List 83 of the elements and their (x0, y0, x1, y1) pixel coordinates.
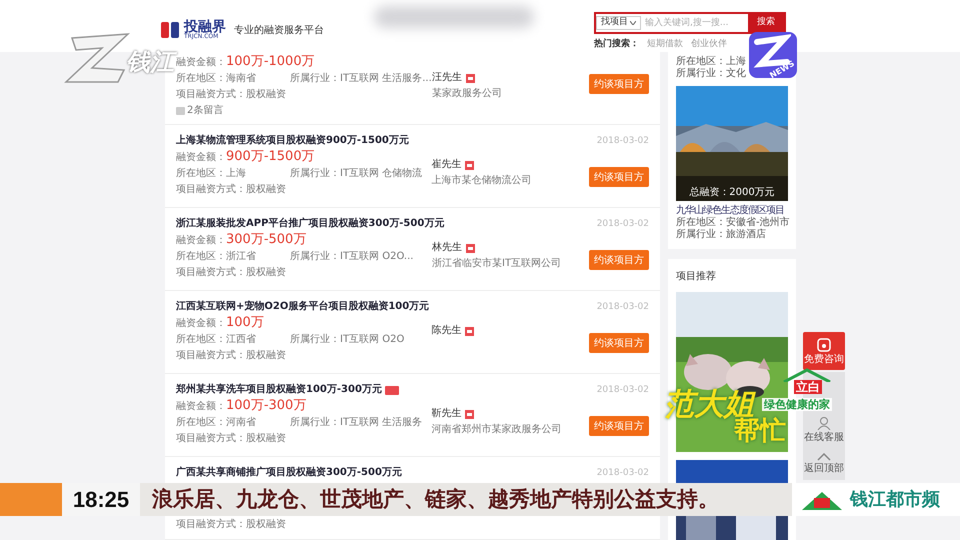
field-label: 融资金额： (176, 150, 226, 165)
field-label: 融资金额： (176, 234, 226, 248)
region-text: 所在地区：上海 (176, 166, 247, 181)
free-consult-button[interactable]: 免费咨询 (803, 332, 845, 370)
project-title-link[interactable]: 上海某物流管理系统项目股权融资900万-1500万元 (176, 133, 409, 149)
date-text: 2018-03-02 (596, 467, 649, 480)
contact-project-button[interactable]: 约谈项目方 (589, 416, 649, 436)
contact-project-button[interactable]: 约谈项目方 (589, 333, 649, 353)
field-label: 融资金额： (176, 316, 226, 331)
field-label: 融资金额： (176, 56, 226, 68)
contact-name: 林先生 (432, 240, 462, 255)
contact-name: 陈先生 (431, 324, 462, 338)
project-title-link[interactable]: 浙江某服装批发APP平台推广项目股权融资300万-500万元 (176, 216, 444, 232)
comment-icon (176, 107, 185, 115)
ticker-time: 18:25 (62, 483, 140, 516)
industry-text: 所属行业：IT互联网 O2O (290, 332, 404, 347)
project-title-link[interactable]: 九华山绿色生态度假区项目 (676, 205, 784, 217)
method-text: 项目融资方式：股权融资 (176, 432, 287, 446)
id-card-icon (466, 244, 475, 252)
person-icon (817, 416, 831, 430)
company-text: 浙江省临安市某IT互联网公司 (432, 256, 562, 271)
contact-name: 靳先生 (431, 406, 462, 421)
show-title: 帮忙 (734, 418, 786, 444)
sponsor-slogan: 绿色健康的家 (762, 398, 832, 411)
house-icon (782, 368, 832, 382)
back-to-top-button[interactable]: 返回顶部 (804, 453, 844, 474)
caret-up-icon (817, 453, 831, 461)
region-text: 所在地区：安徽省-池州市 (676, 217, 788, 228)
contact-project-button[interactable]: 约谈项目方 (589, 167, 649, 187)
logo-icon (160, 20, 180, 40)
category-select[interactable]: 找项目 (596, 16, 641, 30)
method-text: 项目融资方式：股权融资 (176, 88, 287, 102)
method-text: 项目融资方式：股权融资 (176, 182, 287, 197)
industry-text: 所属行业：IT互联网 生活服务... (290, 72, 432, 86)
contact-project-button[interactable]: 约谈项目方 (589, 250, 649, 270)
date-text: 2018-03-02 (596, 384, 649, 397)
id-card-icon (465, 160, 474, 170)
method-text: 项目融资方式：股权融资 (176, 518, 287, 532)
contact-name: 汪先生 (432, 70, 462, 85)
region-text: 所在地区：河南省 (176, 416, 257, 430)
region-text: 所在地区：浙江省 (176, 250, 257, 264)
amount-value: 900万-1500万 (226, 149, 315, 165)
picture-caption: 总融资：2000万元 (688, 187, 776, 199)
ticker-stripe (0, 483, 62, 516)
company-text: 某家政服务公司 (432, 86, 503, 101)
project-title-link[interactable]: 江西某互联网+宠物O2O服务平台项目股权融资100万元 (176, 299, 430, 315)
slogan: 专业的融资服务平台 (234, 24, 324, 38)
company-text: 上海市某仓储物流公司 (431, 174, 532, 188)
online-service-button[interactable]: 在线客服 (804, 416, 844, 443)
contact-project-button[interactable]: 约谈项目方 (589, 74, 649, 94)
id-card-icon (466, 74, 475, 82)
amount-value: 300万-500万 (226, 232, 306, 248)
industry-text: 所属行业：IT互联网 O2O... (290, 250, 414, 264)
region-text: 所在地区：海南省 (176, 72, 257, 86)
id-card-icon (465, 410, 474, 418)
contact-name: 崔先生 (431, 158, 462, 172)
field-label: 融资金额： (176, 400, 226, 414)
project-title-link[interactable]: 郑州某共享洗车项目股权融资100万-300万元 (176, 382, 382, 398)
sponsor-logo: 立白 (794, 380, 822, 394)
date-text: 2018-03-02 (596, 135, 649, 148)
date-text: 2018-03-02 (596, 301, 649, 314)
ticker-channel: 钱江都市频 (850, 488, 940, 512)
industry-text: 所属行业：IT互联网 生活服务 (290, 416, 422, 430)
id-card-icon (465, 326, 474, 336)
comment-count: 2条留言 (187, 104, 224, 118)
method-text: 项目融资方式：股权融资 (176, 266, 287, 280)
industry-text: 所属行业：IT互联网 仓储物流 (290, 166, 422, 181)
company-text: 河南省郑州市某家政服务公司 (431, 422, 562, 437)
industry-text: 所属行业：旅游酒店 (676, 229, 767, 241)
hot-search-label: 热门搜索： (594, 40, 639, 49)
method-text: 项目融资方式：股权融资 (176, 348, 287, 363)
project-title-link[interactable]: 广西某共享商铺推广项目股权融资300万-500万元 (176, 465, 402, 481)
ticker-text: 浪乐居、九龙仓、世茂地产、链家、越秀地产特别公益支持。 (152, 486, 720, 513)
amount-value: 100万-300万 (226, 398, 306, 414)
amount-value: 100万-1000万 (226, 54, 315, 70)
section-title: 项目推荐 (676, 270, 717, 284)
region-text: 所在地区：江西省 (176, 332, 257, 347)
search-button[interactable]: 搜索 (748, 14, 784, 32)
amount-value: 100万 (226, 315, 264, 331)
logo-text: 投融界 (184, 20, 226, 34)
caret-icon (630, 21, 636, 25)
search-field[interactable]: 找项目 输入关键词,搜一搜... 搜索 (594, 12, 786, 34)
date-text: 2018-03-02 (596, 218, 649, 231)
